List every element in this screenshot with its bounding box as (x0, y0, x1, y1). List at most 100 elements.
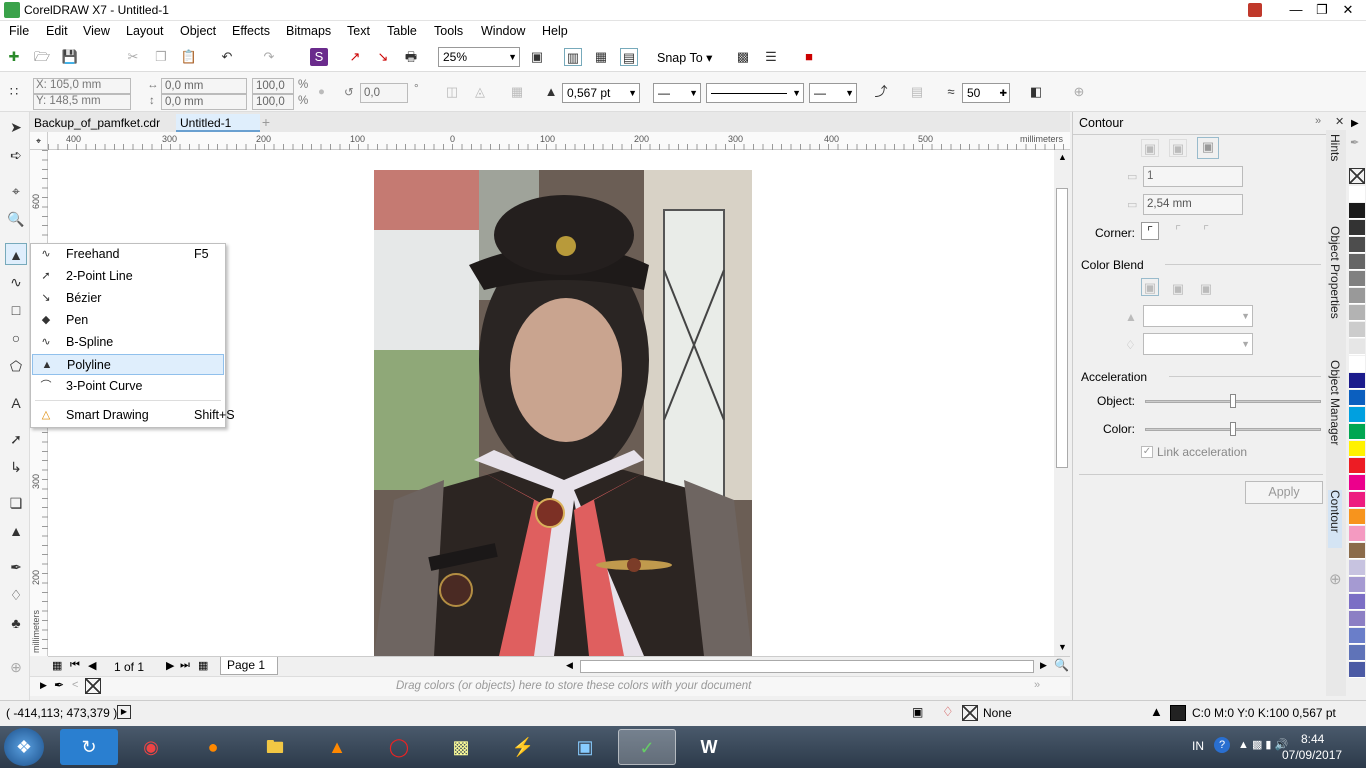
help-icon[interactable]: ? (1214, 737, 1230, 753)
clock-date[interactable]: 07/09/2017 (1282, 748, 1342, 762)
outline-color-swatch[interactable] (1170, 705, 1186, 721)
flyout-item-pen[interactable]: ◆ Pen (32, 310, 224, 331)
palette-swatch[interactable] (1349, 186, 1365, 202)
user-icon[interactable] (1248, 3, 1262, 17)
flyout-item-polyline[interactable]: ▲ Polyline (32, 354, 224, 375)
object-origin-icon[interactable]: ∷ (5, 83, 23, 101)
menu-effects[interactable]: Effects (232, 24, 270, 38)
last-page-icon[interactable]: ⏭ (180, 659, 190, 672)
menu-file[interactable]: File (9, 24, 29, 38)
start-arrowhead-dropdown[interactable]: — ▼ (653, 83, 701, 103)
tab-untitled-1[interactable]: Untitled-1 (176, 114, 260, 132)
page-tab[interactable]: Page 1 (220, 657, 278, 675)
taskbar-vlc-icon[interactable]: ▲ (308, 729, 366, 765)
add-icon[interactable]: ⊕ (1070, 83, 1088, 101)
end-arrowhead-dropdown[interactable]: — ▼ (809, 83, 857, 103)
mirror-horizontal-icon[interactable]: ◫ (443, 83, 461, 101)
docker-expand-icon[interactable]: » (1315, 115, 1321, 127)
taskbar-opera-icon[interactable]: ◯ (370, 729, 428, 765)
add-docker-icon[interactable]: ⊕ (1329, 570, 1342, 588)
ruler-corner[interactable]: ⌖ (30, 132, 48, 150)
show-rulers-icon[interactable]: ▥ (564, 48, 582, 66)
lock-ratio-icon[interactable]: ● (318, 86, 325, 98)
palette-swatch[interactable] (1349, 339, 1365, 355)
clock-time[interactable]: 8:44 (1301, 732, 1324, 746)
tab-object-properties[interactable]: Object Properties (1328, 226, 1342, 319)
cut-icon[interactable]: ✂ (124, 48, 142, 66)
horizontal-ruler[interactable]: 400 300 200 100 0 100 200 300 400 500 mi… (48, 132, 1070, 150)
snap-to-dropdown[interactable]: Snap To ▾ (657, 50, 712, 65)
object-acceleration-thumb[interactable] (1230, 394, 1236, 408)
no-color-swatch[interactable] (85, 678, 101, 694)
import-icon[interactable]: ↗ (346, 48, 364, 66)
color-eyedropper-icon[interactable]: ✒ (5, 556, 27, 578)
eyedropper-icon[interactable]: ✒ (54, 678, 64, 692)
menu-bitmaps[interactable]: Bitmaps (286, 24, 331, 38)
imported-photo[interactable] (374, 170, 752, 656)
y-position-field[interactable]: Y: 148,5 mm (33, 94, 131, 110)
alignment-guides-icon[interactable]: ☰ (762, 48, 780, 66)
polyline-tool-icon[interactable]: ▲ (5, 243, 27, 265)
palette-swatch[interactable] (1349, 458, 1365, 474)
new-document-icon[interactable]: ✚ (5, 48, 23, 66)
palette-swatch[interactable] (1349, 424, 1365, 440)
palette-swatch[interactable] (1349, 288, 1365, 304)
taskbar-word-icon[interactable]: W (680, 729, 738, 765)
flyout-item-smart-drawing[interactable]: △ Smart Drawing Shift+S (32, 405, 235, 426)
palette-swatch[interactable] (1349, 577, 1365, 593)
menu-object[interactable]: Object (180, 24, 216, 38)
link-acceleration-checkbox[interactable]: ✓ (1141, 446, 1153, 458)
artistic-media-icon[interactable]: ∿ (5, 271, 27, 293)
zoom-tool-icon[interactable]: 🔍 (5, 208, 27, 230)
connector-tool-icon[interactable]: ↳ (5, 456, 27, 478)
add-page-icon[interactable]: ▦ (52, 659, 62, 672)
palette-menu-icon[interactable]: ▶ (40, 680, 47, 691)
line-style-dropdown[interactable]: ▼ (706, 83, 804, 103)
taskbar-photo-viewer-icon[interactable]: ▣ (556, 729, 614, 765)
linear-blend-icon[interactable]: ▣ (1141, 278, 1159, 296)
flyout-item-3-point-curve[interactable]: ⌒ 3-Point Curve (32, 376, 224, 397)
pick-tool-icon[interactable]: ➤ (5, 116, 27, 138)
width-field[interactable]: 0,0 mm (161, 78, 247, 94)
palette-swatch[interactable] (1349, 356, 1365, 372)
outside-contour-icon[interactable]: ▣ (1197, 137, 1219, 159)
menu-table[interactable]: Table (387, 24, 417, 38)
options-icon[interactable]: ▩ (734, 48, 752, 66)
palette-swatch[interactable] (1349, 543, 1365, 559)
taskbar-chrome-icon[interactable]: ◉ (122, 729, 180, 765)
rotation-angle-field[interactable]: 0,0 (360, 83, 408, 103)
palette-swatch[interactable] (1349, 662, 1365, 678)
bounding-box-icon[interactable]: ◧ (1027, 83, 1045, 101)
menu-view[interactable]: View (83, 24, 110, 38)
fill-color-dropdown[interactable]: ▼ (1143, 333, 1253, 355)
scroll-left-icon[interactable]: ◀ (566, 660, 573, 671)
undo-icon[interactable]: ↶ (218, 48, 236, 66)
text-tool-icon[interactable]: A (5, 392, 27, 414)
menu-tools[interactable]: Tools (434, 24, 463, 38)
drop-shadow-icon[interactable]: ❏ (5, 492, 27, 514)
palette-scroll-up-icon[interactable]: ▶ (1351, 118, 1359, 129)
close-button[interactable]: ✕ (1328, 0, 1366, 21)
taskbar-winrar-icon[interactable]: ⚡ (494, 729, 552, 765)
scale-x-field[interactable]: 100,0 (252, 78, 294, 94)
tray-icons[interactable]: ▲ ▩ ▮ 🔊 (1238, 738, 1288, 751)
menu-help[interactable]: Help (542, 24, 568, 38)
palette-swatch[interactable] (1349, 305, 1365, 321)
add-tool-icon[interactable]: ⊕ (5, 656, 27, 678)
round-corner-icon[interactable]: ⌜ (1169, 222, 1187, 240)
palette-scroll-right-icon[interactable]: » (1034, 679, 1040, 691)
apply-button[interactable]: Apply (1245, 481, 1323, 504)
bevel-corner-icon[interactable]: ⌜ (1197, 222, 1215, 240)
palette-swatch[interactable] (1349, 271, 1365, 287)
taskbar-firefox-icon[interactable]: ● (184, 729, 242, 765)
save-icon[interactable]: 💾 (61, 48, 79, 66)
scroll-right-icon[interactable]: ▶ (1040, 660, 1047, 671)
parallel-dimension-icon[interactable]: ➚ (5, 428, 27, 450)
palette-swatch[interactable] (1349, 237, 1365, 253)
palette-swatch[interactable] (1349, 526, 1365, 542)
palette-scroll-left-icon[interactable]: < (72, 679, 78, 691)
color-proofing-icon[interactable]: ▣ (912, 705, 923, 719)
to-center-icon[interactable]: ▣ (1141, 139, 1159, 157)
palette-swatch[interactable] (1349, 560, 1365, 576)
menu-window[interactable]: Window (481, 24, 525, 38)
